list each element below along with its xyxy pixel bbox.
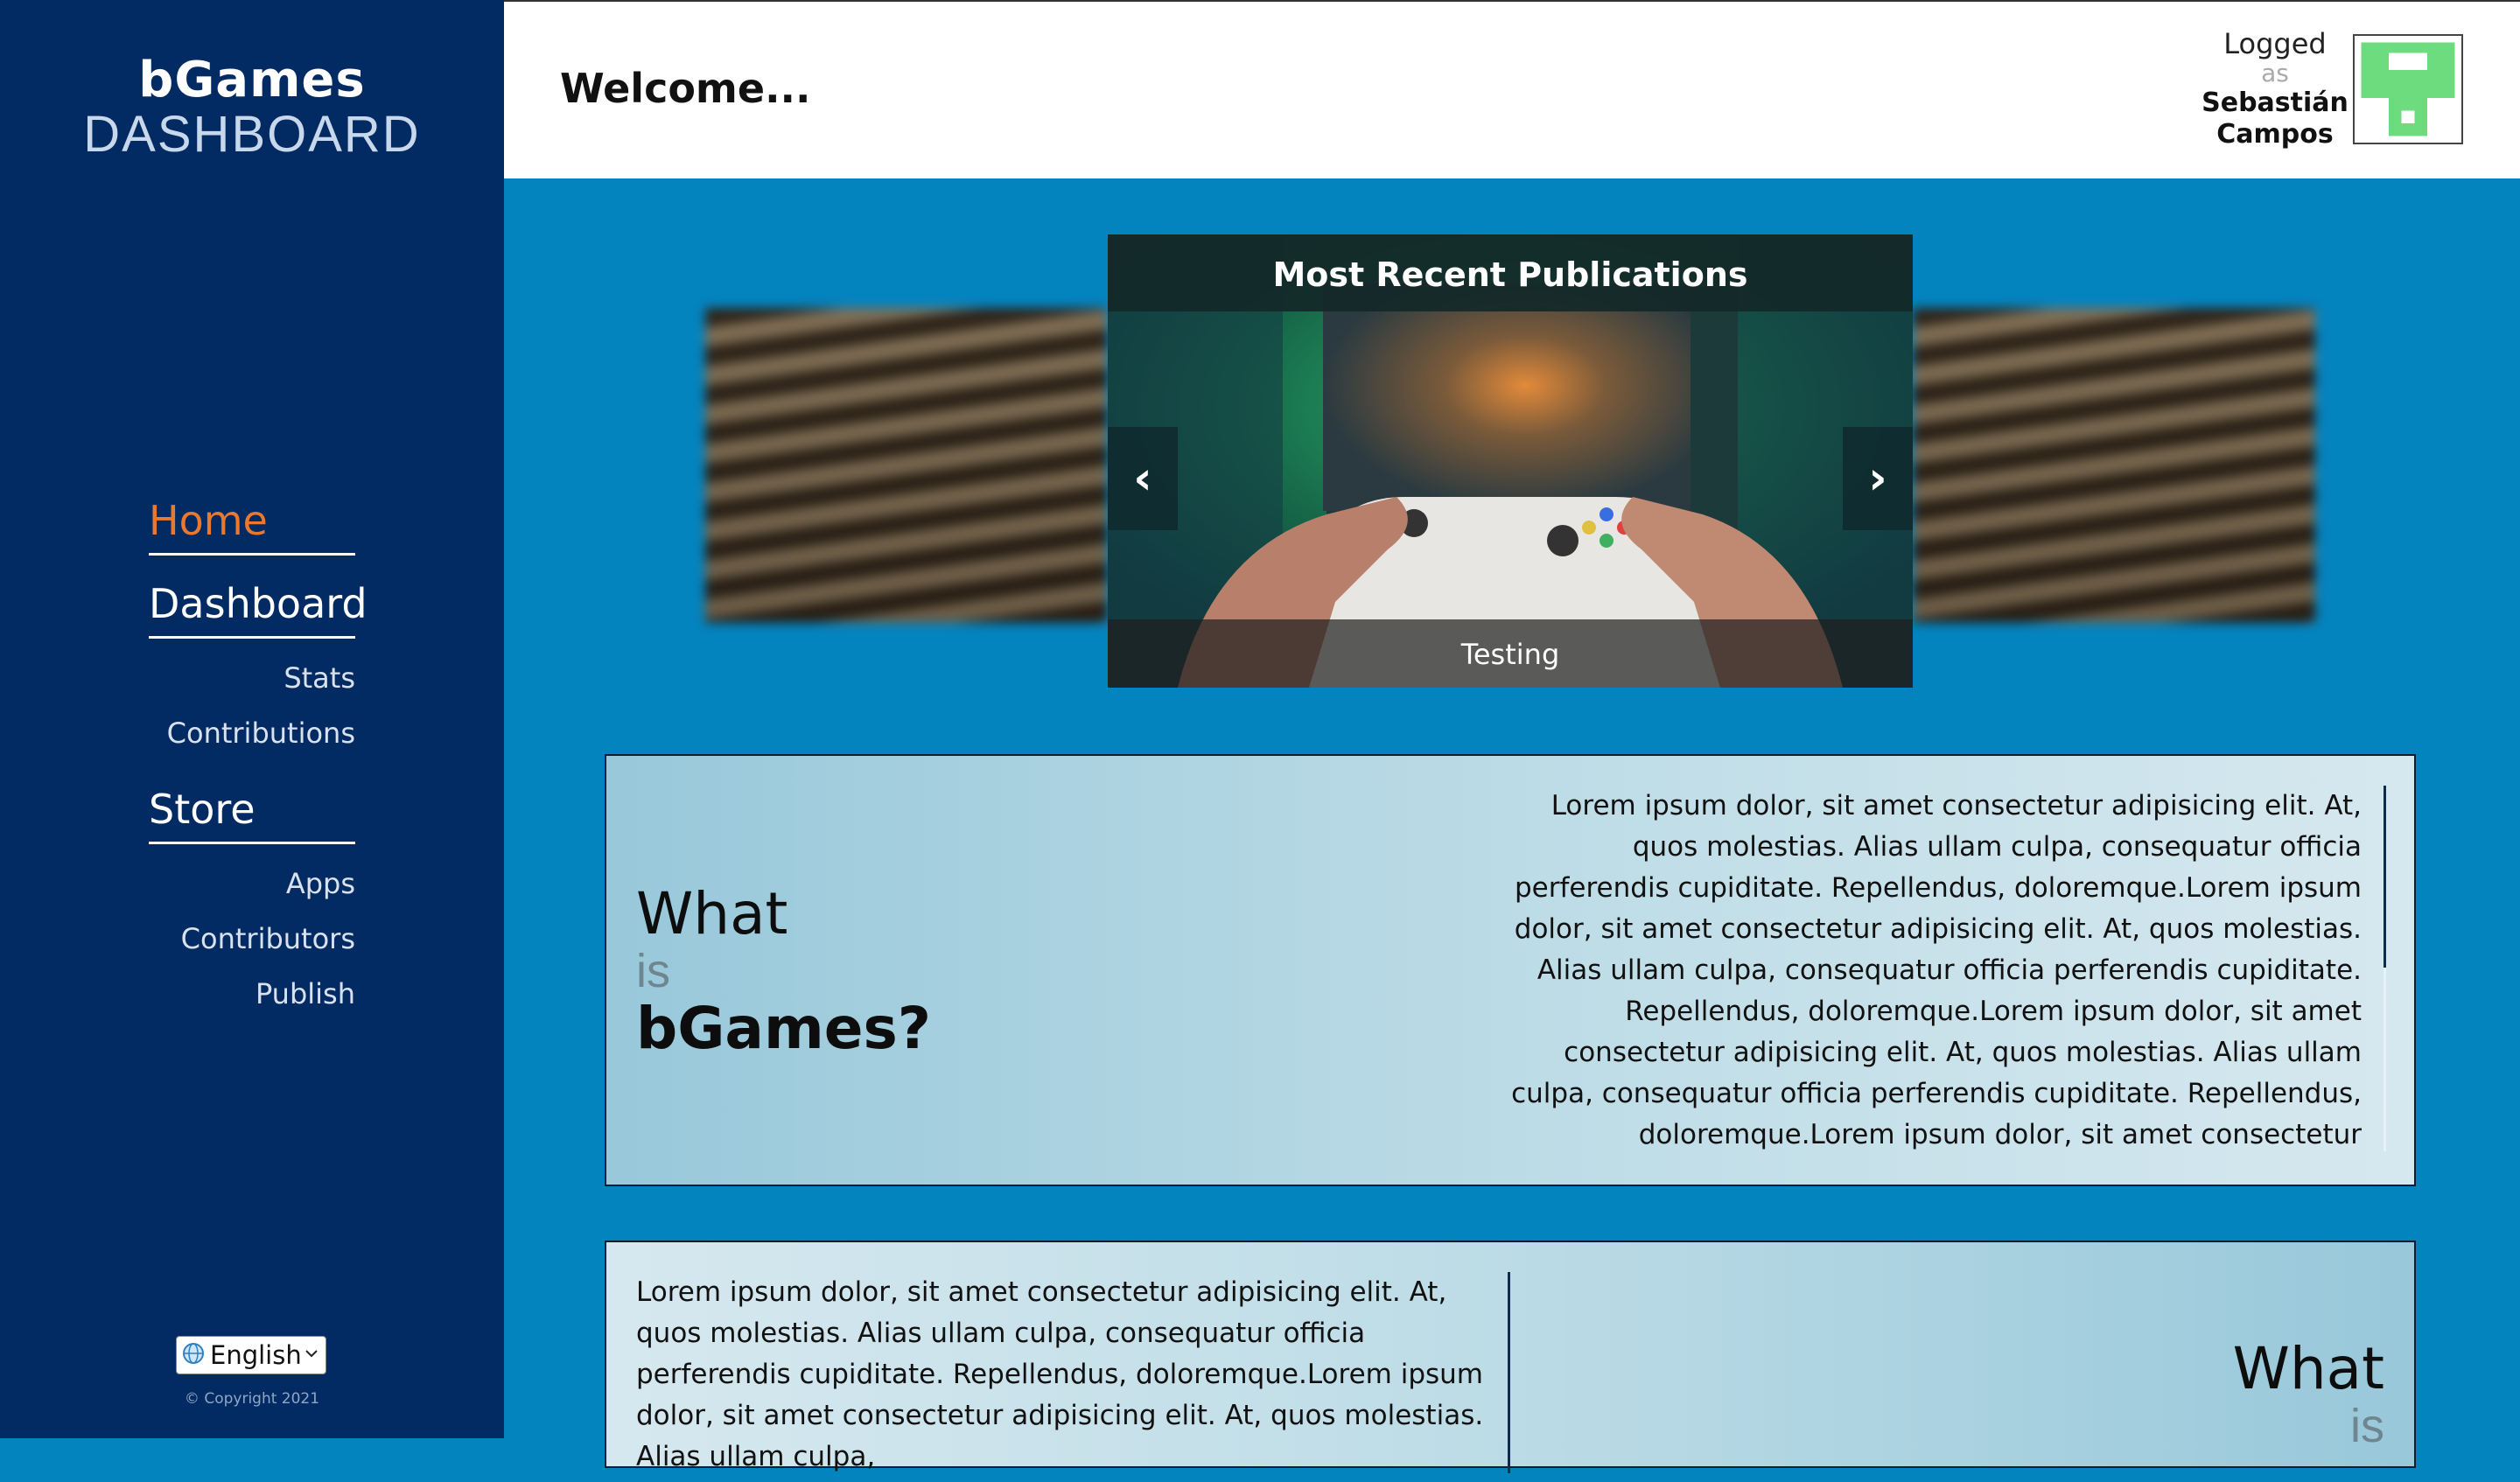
carousel-prev-slide-preview[interactable] <box>705 308 1108 623</box>
carousel-title: Most Recent Publications <box>1108 234 1913 311</box>
about-heading: What is bGames? <box>636 884 931 1060</box>
carousel-next-slide-preview[interactable] <box>1913 308 2315 623</box>
as-label: as <box>2261 59 2289 87</box>
user-info: Logged as Sebastián Campos <box>2196 28 2354 150</box>
user-first-name: Sebastián <box>2202 87 2348 118</box>
carousel-next-button[interactable]: › <box>1843 427 1913 530</box>
carousel-prev-button[interactable]: ‹ <box>1108 427 1178 530</box>
brand-title: bGames <box>138 52 366 108</box>
globe-icon <box>182 1342 205 1368</box>
nav-dashboard[interactable]: Dashboard <box>149 573 368 639</box>
about-heading-bgames: bGames? <box>636 995 932 1062</box>
brand-subtitle: DASHBOARD <box>83 106 421 163</box>
about-heading-what: What <box>636 880 788 947</box>
about-heading-secondary: What is <box>2232 1335 2384 1453</box>
identicon-icon <box>2360 41 2456 137</box>
about-text-secondary: Lorem ipsum dolor, sit amet consectetur … <box>636 1276 1484 1472</box>
scroll-indicator[interactable] <box>2384 786 2386 968</box>
chevron-down-icon <box>303 1345 320 1366</box>
about-heading-what-secondary: What <box>2232 1335 2384 1402</box>
welcome-title: Welcome... <box>560 65 811 112</box>
brand-logo[interactable]: bGames DASHBOARD <box>0 52 504 161</box>
about-card-secondary: Lorem ipsum dolor, sit amet consectetur … <box>605 1241 2416 1473</box>
divider <box>1508 1272 1510 1473</box>
carousel-caption: Testing <box>1108 619 1913 688</box>
nav-home[interactable]: Home <box>149 490 355 556</box>
nav-publish[interactable]: Publish <box>149 967 355 1022</box>
language-select[interactable]: English <box>176 1336 326 1374</box>
scroll-track <box>2384 968 2386 1151</box>
publications-carousel: Most Recent Publications ‹ › Testing <box>1108 234 1913 688</box>
nav-store[interactable]: Store <box>149 779 355 844</box>
sidebar: bGames DASHBOARD Home Dashboard Stats Co… <box>0 0 504 1438</box>
top-header: Welcome... Logged as Sebastián Campos <box>504 0 2520 178</box>
about-heading-is: is <box>636 945 670 997</box>
nav-contributors[interactable]: Contributors <box>149 912 355 967</box>
about-heading-is-secondary: is <box>2350 1400 2384 1452</box>
nav-contributions[interactable]: Contributions <box>149 706 355 761</box>
nav-stats[interactable]: Stats <box>149 651 355 706</box>
about-text: Lorem ipsum dolor, sit amet consectetur … <box>1511 790 2362 1150</box>
nav-apps[interactable]: Apps <box>149 856 355 912</box>
logged-label: Logged <box>2223 27 2327 60</box>
main-nav: Home Dashboard Stats Contributions Store… <box>149 490 368 1022</box>
user-last-name: Campos <box>2216 119 2334 150</box>
copyright-text: © Copyright 2021 <box>184 1390 320 1408</box>
avatar[interactable] <box>2353 34 2463 144</box>
about-card: What is bGames? Lorem ipsum dolor, sit a… <box>605 754 2416 1186</box>
language-label: English <box>210 1340 302 1370</box>
